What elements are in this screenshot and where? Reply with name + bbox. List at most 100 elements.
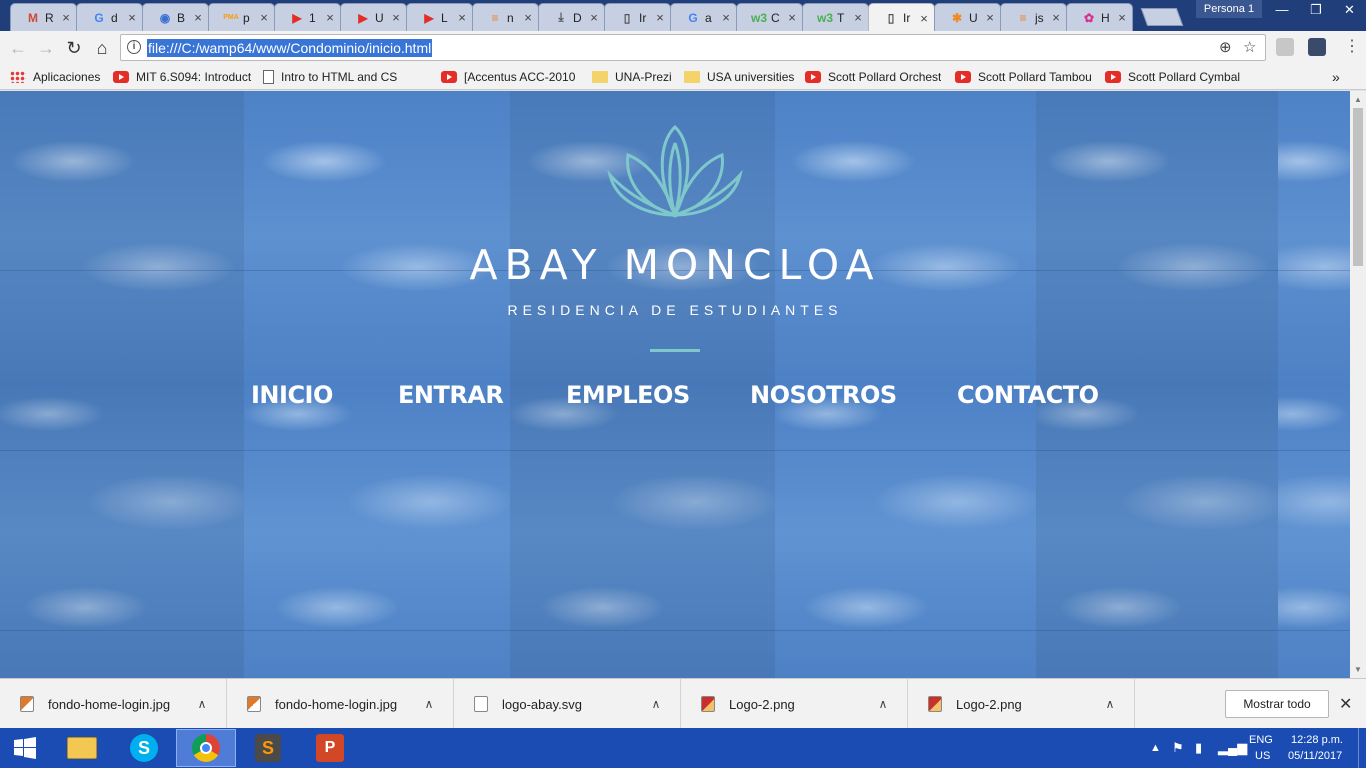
tab-close-icon[interactable]: × bbox=[1050, 10, 1062, 25]
browser-tab[interactable]: ▶ L × bbox=[406, 3, 473, 31]
browser-tab[interactable]: ▶ 1 × bbox=[274, 3, 341, 31]
address-bar[interactable]: i file:///C:/wamp64/www/Condominio/inici… bbox=[120, 34, 1266, 61]
tab-close-icon[interactable]: × bbox=[588, 10, 600, 25]
browser-tab[interactable]: PMA p × bbox=[208, 3, 275, 31]
browser-tab[interactable]: ✱ U × bbox=[934, 3, 1001, 31]
color-wheel-icon: ✿ bbox=[1083, 10, 1095, 25]
show-all-downloads-button[interactable]: Mostrar todo bbox=[1225, 690, 1329, 718]
chevron-up-icon[interactable]: ∧ bbox=[192, 697, 212, 711]
download-item[interactable]: Logo-2.png ∧ bbox=[681, 679, 908, 729]
browser-tab[interactable]: ▶ U × bbox=[340, 3, 407, 31]
tab-close-icon[interactable]: × bbox=[60, 10, 72, 25]
restore-button[interactable]: ❐ bbox=[1299, 0, 1333, 20]
close-downloads-bar-button[interactable]: ✕ bbox=[1339, 694, 1352, 714]
tab-close-icon[interactable]: × bbox=[918, 11, 930, 26]
chevron-up-icon[interactable]: ∧ bbox=[646, 697, 666, 711]
new-tab-button[interactable] bbox=[1140, 8, 1184, 26]
nav-inicio-link[interactable]: INICIO bbox=[251, 381, 333, 409]
profile-button[interactable]: Persona 1 bbox=[1196, 0, 1262, 18]
show-desktop-button[interactable] bbox=[1358, 728, 1366, 768]
powerpoint-icon[interactable]: P bbox=[300, 729, 360, 767]
nav-entrar-link[interactable]: ENTRAR bbox=[398, 381, 504, 409]
file-explorer-icon[interactable] bbox=[52, 729, 112, 767]
browser-tab[interactable]: M R × bbox=[10, 3, 77, 31]
scroll-up-icon[interactable]: ▲ bbox=[1354, 95, 1362, 104]
browser-tab[interactable]: ▯ Ir × bbox=[868, 3, 935, 32]
clock-time[interactable]: 12:28 p.m. bbox=[1291, 734, 1343, 746]
bookmark-item[interactable]: Scott Pollard Cymbal bbox=[1105, 68, 1240, 86]
zoom-icon[interactable]: ⊕ bbox=[1219, 38, 1232, 56]
page-scrollbar[interactable]: ▲ ▼ bbox=[1350, 91, 1366, 678]
skype-icon[interactable]: S bbox=[114, 729, 174, 767]
download-item[interactable]: Logo-2.png ∧ bbox=[908, 679, 1135, 729]
bookmark-item[interactable]: MIT 6.S094: Introduct bbox=[113, 68, 251, 86]
image-file-icon bbox=[701, 696, 715, 712]
browser-tab[interactable]: Gd × bbox=[76, 3, 143, 31]
home-button[interactable]: ⌂ bbox=[90, 36, 114, 60]
nav-empleos-link[interactable]: EMPLEOS bbox=[566, 381, 690, 409]
language-indicator[interactable]: ENG bbox=[1249, 734, 1273, 746]
chevron-up-icon[interactable]: ∧ bbox=[419, 697, 439, 711]
bookmark-item[interactable]: [Accentus ACC-2010 bbox=[441, 68, 575, 86]
download-item[interactable]: logo-abay.svg ∧ bbox=[454, 679, 681, 729]
extension-icon[interactable] bbox=[1308, 38, 1326, 56]
printer-extension-icon[interactable] bbox=[1276, 38, 1294, 56]
bookmarks-overflow-button[interactable]: » bbox=[1332, 68, 1340, 86]
chevron-up-icon[interactable]: ∧ bbox=[1100, 697, 1120, 711]
network-signal-icon[interactable]: ▂▄▆ bbox=[1218, 740, 1247, 756]
tab-close-icon[interactable]: × bbox=[324, 10, 336, 25]
tab-close-icon[interactable]: × bbox=[456, 10, 468, 25]
chevron-up-icon[interactable]: ∧ bbox=[873, 697, 893, 711]
minimize-button[interactable]: — bbox=[1265, 0, 1299, 20]
reload-button[interactable]: ↻ bbox=[62, 36, 86, 60]
bookmark-item[interactable]: Scott Pollard Tambou bbox=[955, 68, 1092, 86]
download-item[interactable]: fondo-home-login.jpg ∧ bbox=[227, 679, 454, 729]
url-text[interactable]: file:///C:/wamp64/www/Condominio/inicio.… bbox=[147, 39, 433, 57]
tab-close-icon[interactable]: × bbox=[390, 10, 402, 25]
battery-icon[interactable]: ▮ bbox=[1195, 740, 1202, 756]
chrome-icon[interactable] bbox=[176, 729, 236, 767]
tray-expand-icon[interactable]: ▲ bbox=[1150, 742, 1161, 754]
action-center-flag-icon[interactable]: ⚑ bbox=[1172, 740, 1184, 756]
sublime-text-icon[interactable]: S bbox=[238, 729, 298, 767]
tab-close-icon[interactable]: × bbox=[1116, 10, 1128, 25]
tab-close-icon[interactable]: × bbox=[192, 10, 204, 25]
browser-tab[interactable]: ◉ B × bbox=[142, 3, 209, 31]
nav-nosotros-link[interactable]: NOSOTROS bbox=[750, 381, 897, 409]
browser-tab[interactable]: ▯ Ir × bbox=[604, 3, 671, 31]
browser-tab[interactable]: w3 C × bbox=[736, 3, 803, 31]
bookmark-item[interactable]: USA universities bbox=[684, 68, 794, 86]
windows-start-icon[interactable] bbox=[0, 729, 50, 767]
browser-tab[interactable]: w3 T × bbox=[802, 3, 869, 31]
region-indicator[interactable]: US bbox=[1255, 750, 1270, 762]
nav-contacto-link[interactable]: CONTACTO bbox=[957, 381, 1099, 409]
chrome-menu-icon[interactable]: ⋮ bbox=[1344, 36, 1360, 58]
scroll-thumb[interactable] bbox=[1353, 108, 1363, 266]
tab-close-icon[interactable]: × bbox=[258, 10, 270, 25]
browser-tab[interactable]: ≡ n × bbox=[472, 3, 539, 31]
clock-date[interactable]: 05/11/2017 bbox=[1288, 750, 1342, 762]
close-window-button[interactable]: ✕ bbox=[1333, 0, 1366, 20]
bookmark-star-icon[interactable]: ☆ bbox=[1243, 38, 1256, 56]
tab-close-icon[interactable]: × bbox=[852, 10, 864, 25]
tab-title: Ir bbox=[639, 10, 647, 25]
bookmark-item[interactable]: Scott Pollard Orchest bbox=[805, 68, 941, 86]
scroll-down-icon[interactable]: ▼ bbox=[1354, 665, 1362, 674]
tab-close-icon[interactable]: × bbox=[786, 10, 798, 25]
browser-tab[interactable]: ✿ H × bbox=[1066, 3, 1133, 31]
browser-tab[interactable]: ≡ js × bbox=[1000, 3, 1067, 31]
download-item[interactable]: fondo-home-login.jpg ∧ bbox=[0, 679, 227, 729]
back-button[interactable]: ← bbox=[6, 36, 30, 60]
bookmark-item[interactable]: UNA-Prezi bbox=[592, 68, 672, 86]
tab-close-icon[interactable]: × bbox=[522, 10, 534, 25]
forward-button[interactable]: → bbox=[34, 36, 58, 60]
tab-close-icon[interactable]: × bbox=[720, 10, 732, 25]
tab-close-icon[interactable]: × bbox=[126, 10, 138, 25]
info-icon[interactable]: i bbox=[127, 40, 141, 54]
bookmark-item[interactable]: Intro to HTML and CS bbox=[263, 68, 397, 86]
browser-tab[interactable]: ⤓ D × bbox=[538, 3, 605, 31]
browser-tab[interactable]: Ga × bbox=[670, 3, 737, 31]
tab-close-icon[interactable]: × bbox=[984, 10, 996, 25]
bookmark-item[interactable]: Aplicaciones bbox=[10, 68, 100, 86]
tab-close-icon[interactable]: × bbox=[654, 10, 666, 25]
